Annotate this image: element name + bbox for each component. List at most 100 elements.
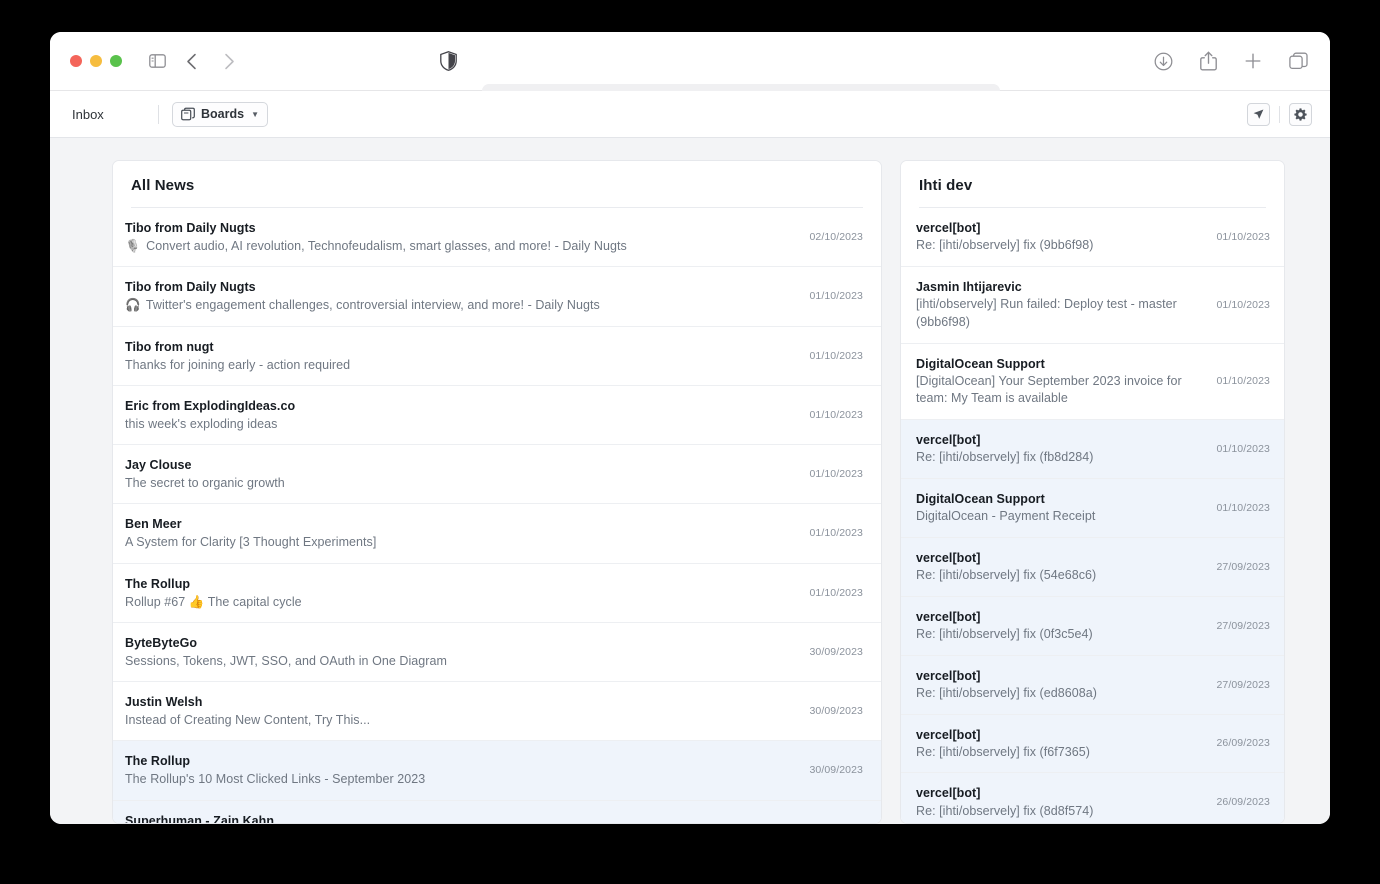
mail-subject: [ihti/observely] Run failed: Deploy test… <box>916 296 1206 332</box>
mail-subject: Re: [ihti/observely] fix (8d8f574) <box>916 803 1206 821</box>
mail-sender: The Rollup <box>125 752 799 770</box>
mail-date: 30/09/2023 <box>809 764 863 776</box>
mail-sender: vercel[bot] <box>916 549 1206 567</box>
mail-sender: DigitalOcean Support <box>916 490 1206 508</box>
toolbar-action-separator <box>1279 106 1280 123</box>
mail-sender: vercel[bot] <box>916 726 1206 744</box>
mail-date: 01/10/2023 <box>1216 502 1270 514</box>
sidebar-toggle-icon[interactable] <box>143 48 171 74</box>
mail-sender: The Rollup <box>125 575 799 593</box>
mail-date: 01/10/2023 <box>809 468 863 480</box>
mail-date: 02/10/2023 <box>809 231 863 243</box>
mail-sender: vercel[bot] <box>916 608 1206 626</box>
mail-row[interactable]: The RollupThe Rollup's 10 Most Clicked L… <box>113 741 881 800</box>
cursor-pointer-icon[interactable] <box>1247 103 1270 126</box>
mail-row[interactable]: Tibo from Daily Nugts🎙️ Convert audio, A… <box>113 208 881 267</box>
app-toolbar: Inbox Boards ▼ <box>50 91 1330 138</box>
close-window-button[interactable] <box>70 55 82 67</box>
column-header: All News <box>113 161 881 208</box>
mail-date: 30/09/2023 <box>809 646 863 658</box>
column-title: Ihti dev <box>919 177 1266 194</box>
mail-row-content: The RollupRollup #67 👍 The capital cycle <box>125 575 799 611</box>
mail-row[interactable]: Tibo from nugtThanks for joining early -… <box>113 327 881 386</box>
back-arrow-icon[interactable] <box>177 48 205 74</box>
plus-icon[interactable] <box>1239 48 1267 74</box>
chevron-down-icon: ▼ <box>251 110 259 119</box>
mail-row[interactable]: vercel[bot]Re: [ihti/observely] fix (fb8… <box>901 420 1284 479</box>
mail-row[interactable]: Eric from ExplodingIdeas.cothis week's e… <box>113 386 881 445</box>
mail-date: 26/09/2023 <box>1216 737 1270 749</box>
share-icon[interactable] <box>1194 48 1222 74</box>
mail-row-content: DigitalOcean Support[DigitalOcean] Your … <box>916 355 1206 409</box>
mail-sender: vercel[bot] <box>916 219 1206 237</box>
minimize-window-button[interactable] <box>90 55 102 67</box>
mail-row[interactable]: ByteByteGoSessions, Tokens, JWT, SSO, an… <box>113 623 881 682</box>
mail-row[interactable]: vercel[bot]Re: [ihti/observely] fix (8d8… <box>901 773 1284 824</box>
privacy-shield-icon[interactable] <box>440 32 457 90</box>
mail-date: 01/10/2023 <box>1216 299 1270 311</box>
mail-row[interactable]: vercel[bot]Re: [ihti/observely] fix (f6f… <box>901 715 1284 774</box>
mail-row-list[interactable]: vercel[bot]Re: [ihti/observely] fix (9bb… <box>901 208 1284 824</box>
mail-date: 30/09/2023 <box>809 705 863 717</box>
mail-row-content: vercel[bot]Re: [ihti/observely] fix (8d8… <box>916 784 1206 820</box>
mail-row[interactable]: DigitalOcean SupportDigitalOcean - Payme… <box>901 479 1284 538</box>
mail-row-content: vercel[bot]Re: [ihti/observely] fix (0f3… <box>916 608 1206 644</box>
mail-row[interactable]: Jay ClouseThe secret to organic growth 01… <box>113 445 881 504</box>
mail-row-content: Eric from ExplodingIdeas.cothis week's e… <box>125 397 799 433</box>
mail-sender: Jasmin Ihtijarevic <box>916 278 1206 296</box>
mail-row[interactable]: vercel[bot]Re: [ihti/observely] fix (0f3… <box>901 597 1284 656</box>
mail-subject: this week's exploding ideas <box>125 415 799 433</box>
mail-row-list[interactable]: Tibo from Daily Nugts🎙️ Convert audio, A… <box>113 208 881 824</box>
mail-row[interactable]: vercel[bot]Re: [ihti/observely] fix (ed8… <box>901 656 1284 715</box>
gear-icon[interactable] <box>1289 103 1312 126</box>
board-column-all-news: All News Tibo from Daily Nugts🎙️ Convert… <box>112 160 882 824</box>
maximize-window-button[interactable] <box>110 55 122 67</box>
mail-sender: Eric from ExplodingIdeas.co <box>125 397 799 415</box>
mail-row[interactable]: Superhuman - Zain KahnHow to be more pro… <box>113 801 881 825</box>
mail-row-content: DigitalOcean SupportDigitalOcean - Payme… <box>916 490 1206 526</box>
mail-row-content: ByteByteGoSessions, Tokens, JWT, SSO, an… <box>125 634 799 670</box>
mail-row[interactable]: The RollupRollup #67 👍 The capital cycle… <box>113 564 881 623</box>
mail-subject: The secret to organic growth <box>125 474 799 492</box>
mail-row[interactable]: Ben MeerA System for Clarity [3 Thought … <box>113 504 881 563</box>
mail-row[interactable]: Jasmin Ihtijarevic[ihti/observely] Run f… <box>901 267 1284 344</box>
mail-subject: Re: [ihti/observely] fix (9bb6f98) <box>916 237 1206 255</box>
boards-dropdown-button[interactable]: Boards ▼ <box>172 102 268 127</box>
mail-sender: Ben Meer <box>125 515 799 533</box>
mail-date: 01/10/2023 <box>809 350 863 362</box>
browser-chrome-actions[interactable] <box>1149 32 1312 90</box>
mail-subject: Re: [ihti/observely] fix (f6f7365) <box>916 744 1206 762</box>
mail-subject: 🎧 Twitter's engagement challenges, contr… <box>125 296 799 314</box>
mail-row[interactable]: vercel[bot]Re: [ihti/observely] fix (9bb… <box>901 208 1284 267</box>
mail-subject: A System for Clarity [3 Thought Experime… <box>125 533 799 551</box>
mail-row[interactable]: Tibo from Daily Nugts🎧 Twitter's engagem… <box>113 267 881 326</box>
mail-row[interactable]: Justin WelshInstead of Creating New Cont… <box>113 682 881 741</box>
mail-row-content: Tibo from Daily Nugts🎙️ Convert audio, A… <box>125 219 799 255</box>
board-column-ihti-dev: Ihti dev vercel[bot]Re: [ihti/observely]… <box>900 160 1285 824</box>
mail-row-content: vercel[bot]Re: [ihti/observely] fix (fb8… <box>916 431 1206 467</box>
column-title: All News <box>131 177 863 194</box>
toolbar-right-actions[interactable] <box>1247 103 1312 126</box>
toolbar-divider <box>158 105 159 124</box>
mail-row-content: Superhuman - Zain KahnHow to be more pro… <box>125 812 799 825</box>
boards-button-label: Boards <box>201 107 244 121</box>
mail-subject: DigitalOcean - Payment Receipt <box>916 508 1206 526</box>
mail-row-content: Jasmin Ihtijarevic[ihti/observely] Run f… <box>916 278 1206 332</box>
downloads-icon[interactable] <box>1149 48 1177 74</box>
browser-nav-group[interactable] <box>177 48 243 74</box>
mail-sender: Superhuman - Zain Kahn <box>125 812 799 825</box>
mail-subject: Sessions, Tokens, JWT, SSO, and OAuth in… <box>125 652 799 670</box>
mail-date: 01/10/2023 <box>809 527 863 539</box>
mail-subject: Instead of Creating New Content, Try Thi… <box>125 711 799 729</box>
mail-subject: Rollup #67 👍 The capital cycle <box>125 593 799 611</box>
forward-arrow-icon[interactable] <box>215 48 243 74</box>
mail-date: 27/09/2023 <box>1216 679 1270 691</box>
mail-row[interactable]: DigitalOcean Support[DigitalOcean] Your … <box>901 344 1284 421</box>
mail-subject: [DigitalOcean] Your September 2023 invoi… <box>916 373 1206 409</box>
tab-overview-icon[interactable] <box>1284 48 1312 74</box>
mail-row-content: Jay ClouseThe secret to organic growth <box>125 456 799 492</box>
mail-row[interactable]: vercel[bot]Re: [ihti/observely] fix (54e… <box>901 538 1284 597</box>
window-traffic-lights[interactable] <box>70 55 122 67</box>
mail-subject: 🎙️ Convert audio, AI revolution, Technof… <box>125 237 799 255</box>
subject-emoji-icon: 🎧 <box>125 298 141 312</box>
